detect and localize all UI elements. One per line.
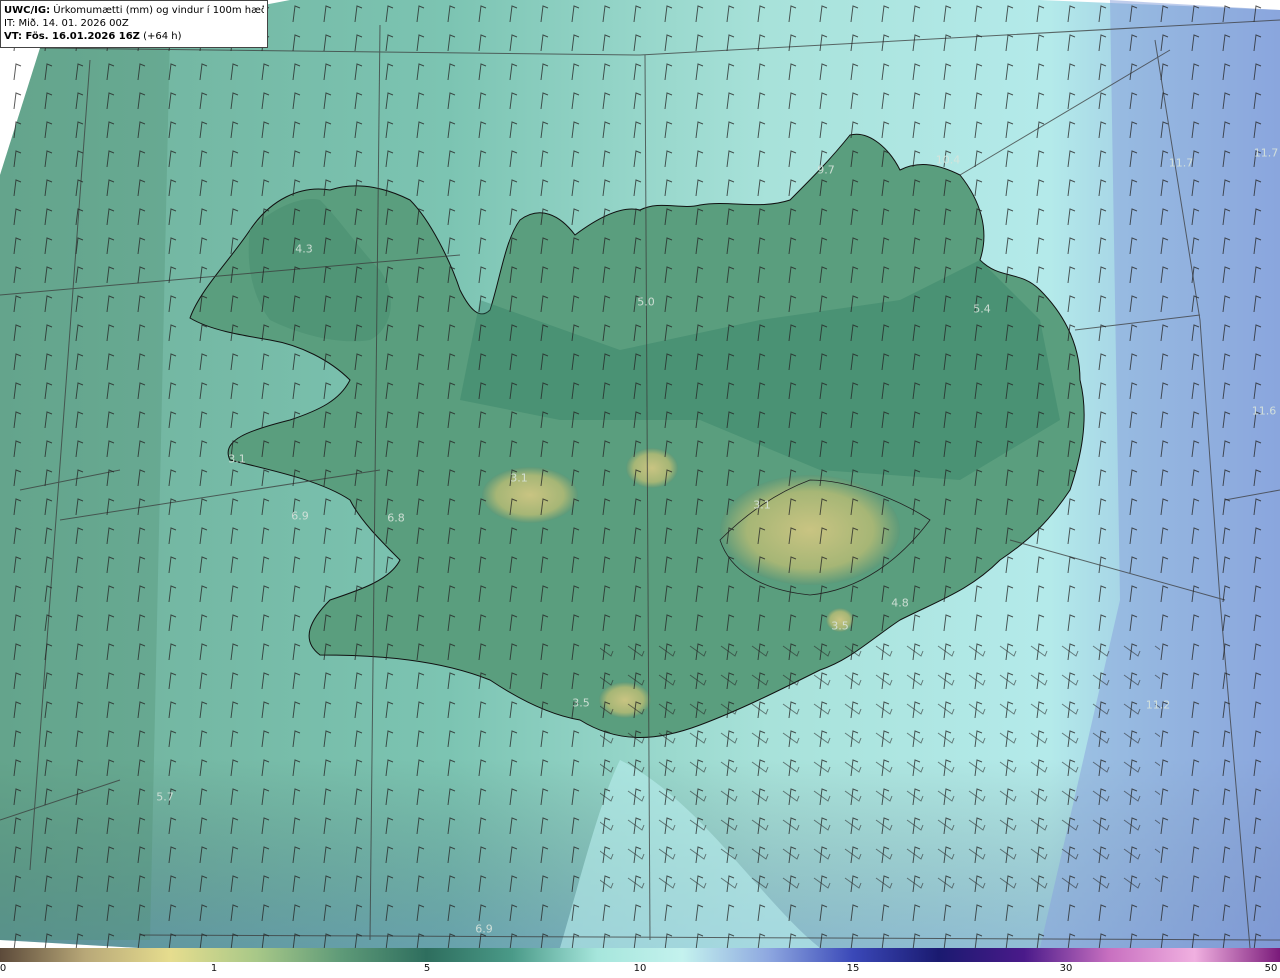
map-value-label: 3.1 bbox=[510, 471, 528, 485]
map-value-label: 5.7 bbox=[156, 790, 174, 804]
product-description: Úrkomumætti (mm) og vindur í 100m hæð bbox=[53, 5, 264, 16]
colorbar-tick: 0 bbox=[0, 963, 7, 974]
colorbar bbox=[0, 948, 1280, 962]
map-value-label: 5.0 bbox=[637, 295, 655, 309]
map-value-label: 6.9 bbox=[475, 922, 493, 936]
map-value-label: 10.4 bbox=[935, 153, 961, 167]
map-value-label: 4.8 bbox=[891, 596, 909, 610]
colorbar-tick: 30 bbox=[1059, 963, 1073, 974]
map-value-label: 9.7 bbox=[817, 163, 835, 177]
product-title: UWC/IG: Úrkomumætti (mm) og vindur í 100… bbox=[4, 4, 264, 17]
map-value-label: 6.9 bbox=[291, 509, 309, 523]
map-value-label: 6.8 bbox=[387, 511, 405, 525]
precipitation-map bbox=[0, 0, 1280, 948]
valid-time-value: VT: Fös. 16.01.2026 16Z bbox=[4, 31, 140, 42]
colorbar-tick: 1 bbox=[210, 963, 218, 974]
colorbar-tick: 5 bbox=[423, 963, 431, 974]
map-value-label: 3.5 bbox=[572, 696, 590, 710]
product-code: UWC/IG: bbox=[4, 5, 51, 16]
map-value-label: 11.2 bbox=[1145, 698, 1171, 712]
map-value-label: 3.1 bbox=[228, 452, 246, 466]
map-value-label: 4.3 bbox=[295, 242, 313, 256]
map-area[interactable]: 4.3 5.0 5.4 9.7 10.4 11.7 11.7 11.6 3.1 … bbox=[0, 0, 1280, 948]
map-value-label: 3.5 bbox=[831, 619, 849, 633]
map-value-label: 3.1 bbox=[753, 498, 771, 512]
init-time: IT: Mið. 14. 01. 2026 00Z bbox=[4, 18, 129, 29]
lead-time: (+64 h) bbox=[143, 31, 182, 42]
map-value-label: 5.4 bbox=[973, 302, 991, 316]
colorbar-tick: 15 bbox=[846, 963, 860, 974]
valid-time: VT: Fös. 16.01.2026 16Z (+64 h) bbox=[4, 30, 264, 43]
map-header: UWC/IG: Úrkomumætti (mm) og vindur í 100… bbox=[0, 0, 268, 48]
colorbar-tick: 50 bbox=[1264, 963, 1278, 974]
map-value-label: 11.7 bbox=[1253, 146, 1279, 160]
colorbar-tick: 10 bbox=[633, 963, 647, 974]
map-value-label: 11.6 bbox=[1251, 404, 1277, 418]
map-value-label: 11.7 bbox=[1168, 156, 1194, 170]
